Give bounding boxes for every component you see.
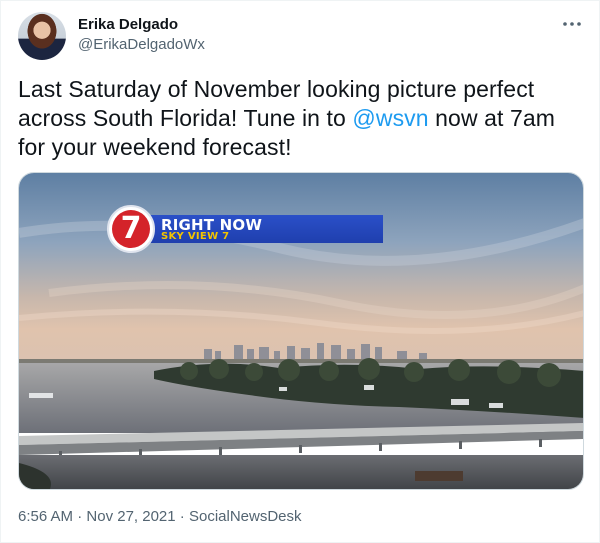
media-photo[interactable]: RIGHT NOW SKY VIEW 7 7 [18, 172, 584, 490]
avatar[interactable] [18, 12, 66, 60]
banner-subtitle: SKY VIEW 7 [161, 231, 230, 242]
author-handle[interactable]: @ErikaDelgadoWx [78, 35, 205, 55]
author-display-name[interactable]: Erika Delgado [78, 15, 205, 35]
tweet-source[interactable]: SocialNewsDesk [189, 508, 302, 525]
tweet-meta: 6:56 AM · Nov 27, 2021 · SocialNewsDesk [18, 507, 302, 527]
logo-text: 7 [112, 210, 150, 248]
author-block[interactable]: Erika Delgado @ErikaDelgadoWx [78, 15, 205, 55]
banner-bar: RIGHT NOW SKY VIEW 7 [131, 215, 383, 243]
tweet-date[interactable]: Nov 27, 2021 [86, 508, 175, 525]
wsvn-7-logo: 7 [107, 205, 155, 253]
tweet-card[interactable]: Erika Delgado @ErikaDelgadoWx Last Satur… [0, 0, 600, 543]
mention-link[interactable]: @wsvn [352, 105, 428, 131]
tweet-time[interactable]: 6:56 AM [18, 508, 73, 525]
meta-separator: · [73, 508, 87, 525]
meta-separator: · [175, 508, 189, 525]
tweet-text: Last Saturday of November looking pictur… [18, 75, 584, 162]
more-horizontal-icon[interactable] [562, 14, 582, 34]
